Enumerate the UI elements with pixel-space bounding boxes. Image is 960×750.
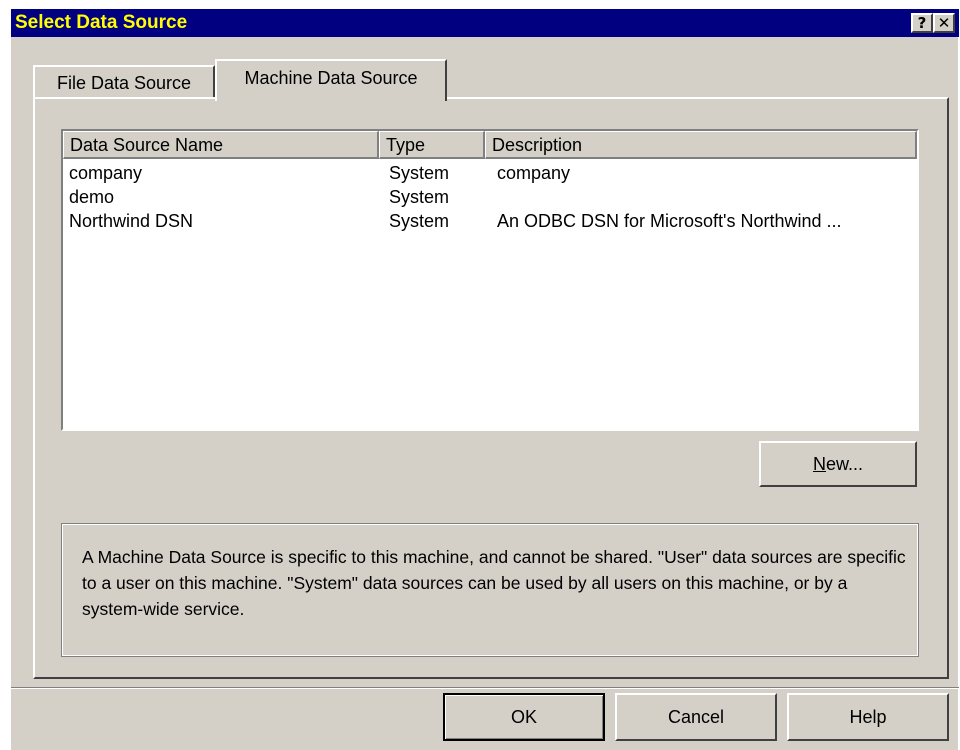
window-title: Select Data Source	[15, 12, 188, 33]
cancel-button-label: Cancel	[667, 707, 725, 727]
row-type: System	[389, 211, 450, 231]
close-icon: ✕	[937, 14, 951, 32]
new-button-mnemonic: N	[812, 454, 826, 474]
question-icon: ?	[917, 14, 927, 32]
row-name: Northwind DSN	[69, 211, 194, 231]
row-description: An ODBC DSN for Microsoft's Northwind ..…	[497, 211, 842, 231]
close-button[interactable]: ✕	[933, 13, 955, 33]
ok-button-label: OK	[510, 707, 537, 727]
list-header: Data Source Name Type Description	[63, 131, 917, 159]
row-type: System	[389, 187, 450, 207]
info-box: A Machine Data Source is specific to thi…	[61, 523, 919, 657]
new-button-label-post: ew...	[825, 454, 864, 474]
help-question-button[interactable]: ?	[911, 13, 933, 33]
data-source-list[interactable]: Data Source Name Type Description compan…	[61, 129, 919, 431]
tab-label: Machine Data Source	[244, 68, 418, 88]
column-header-type[interactable]: Type	[379, 131, 485, 159]
row-description: company	[497, 163, 571, 183]
list-row[interactable]: Northwind DSN System An ODBC DSN for Mic…	[63, 209, 917, 233]
column-header-name[interactable]: Data Source Name	[63, 131, 379, 159]
row-type: System	[389, 163, 450, 183]
ok-button[interactable]: OK	[443, 693, 605, 741]
row-name: demo	[69, 187, 115, 207]
column-header-description[interactable]: Description	[485, 131, 917, 159]
list-row[interactable]: demo System	[63, 185, 917, 209]
title-bar: Select Data Source ? ✕	[11, 9, 959, 37]
new-button[interactable]: New...	[759, 441, 917, 487]
tab-machine-data-source[interactable]: Machine Data Source	[215, 59, 447, 101]
select-data-source-dialog: Select Data Source ? ✕ File Data Source …	[10, 8, 959, 750]
help-button[interactable]: Help	[787, 693, 949, 741]
info-text: A Machine Data Source is specific to thi…	[82, 547, 906, 619]
footer-separator-highlight	[11, 688, 959, 689]
help-button-label: Help	[849, 707, 887, 727]
row-name: company	[69, 163, 143, 183]
cancel-button[interactable]: Cancel	[615, 693, 777, 741]
tab-label: File Data Source	[56, 73, 192, 93]
tab-file-data-source[interactable]: File Data Source	[33, 65, 215, 99]
list-row[interactable]: company System company	[63, 161, 917, 185]
